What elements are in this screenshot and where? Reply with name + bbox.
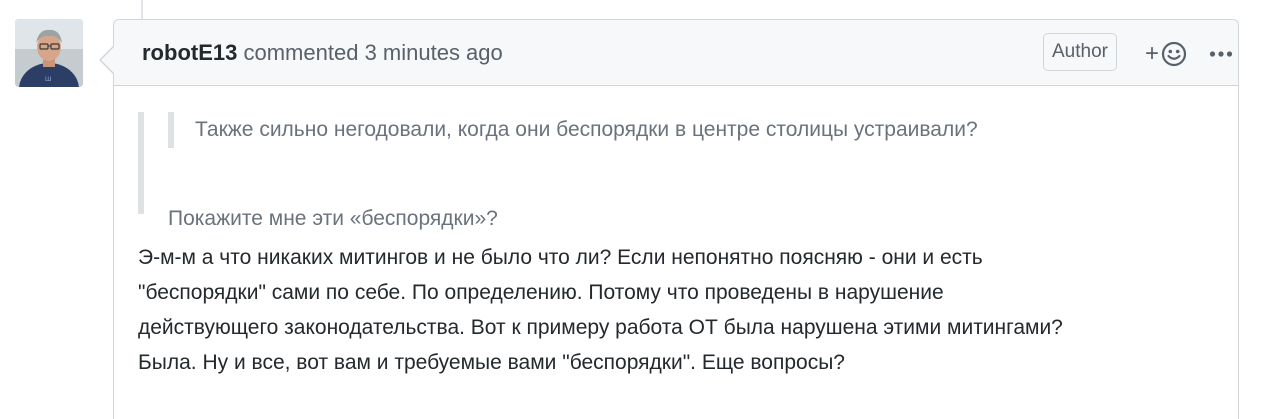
paragraph-line: "беспорядки" сами по себе. По определени… [138, 281, 944, 304]
avatar-image: Ш [15, 19, 83, 87]
nested-blockquote: Также сильно негодовали, когда они беспо… [168, 112, 978, 148]
comment-header: robotE13 commented 3 minutes ago Author … [114, 20, 1238, 86]
comment-timestamp[interactable]: 3 minutes ago [365, 40, 503, 65]
more-options-button[interactable] [1204, 37, 1238, 71]
reaction-plus: + [1144, 40, 1159, 67]
paragraph-line: Э-м-м а что никаких митингов и не было ч… [138, 246, 983, 269]
timeline-line [141, 0, 143, 20]
author-link[interactable]: robotE13 [142, 40, 237, 65]
svg-text:Ш: Ш [45, 76, 51, 83]
author-badge: Author [1043, 33, 1117, 71]
avatar[interactable]: Ш [15, 19, 83, 87]
comment-paragraph: Э-м-м а что никаких митингов и не было ч… [138, 240, 1238, 380]
kebab-horizontal-icon [1209, 51, 1233, 57]
comment-action: commented [243, 40, 359, 65]
smiley-icon [1161, 41, 1187, 67]
comment-card: robotE13 commented 3 minutes ago Author … [99, 19, 1239, 419]
comment-meta: robotE13 commented 3 minutes ago [142, 39, 503, 67]
blockquote-text: Покажите мне эти «беспорядки»? [168, 207, 498, 230]
add-reaction-button[interactable]: + [1142, 37, 1190, 71]
paragraph-line: Была. Ну и все, вот вам и требуемые вами… [138, 351, 845, 374]
blockquote: Также сильно негодовали, когда они беспо… [138, 112, 1218, 230]
paragraph-line: действующего законодательства. Вот к при… [138, 316, 1063, 339]
